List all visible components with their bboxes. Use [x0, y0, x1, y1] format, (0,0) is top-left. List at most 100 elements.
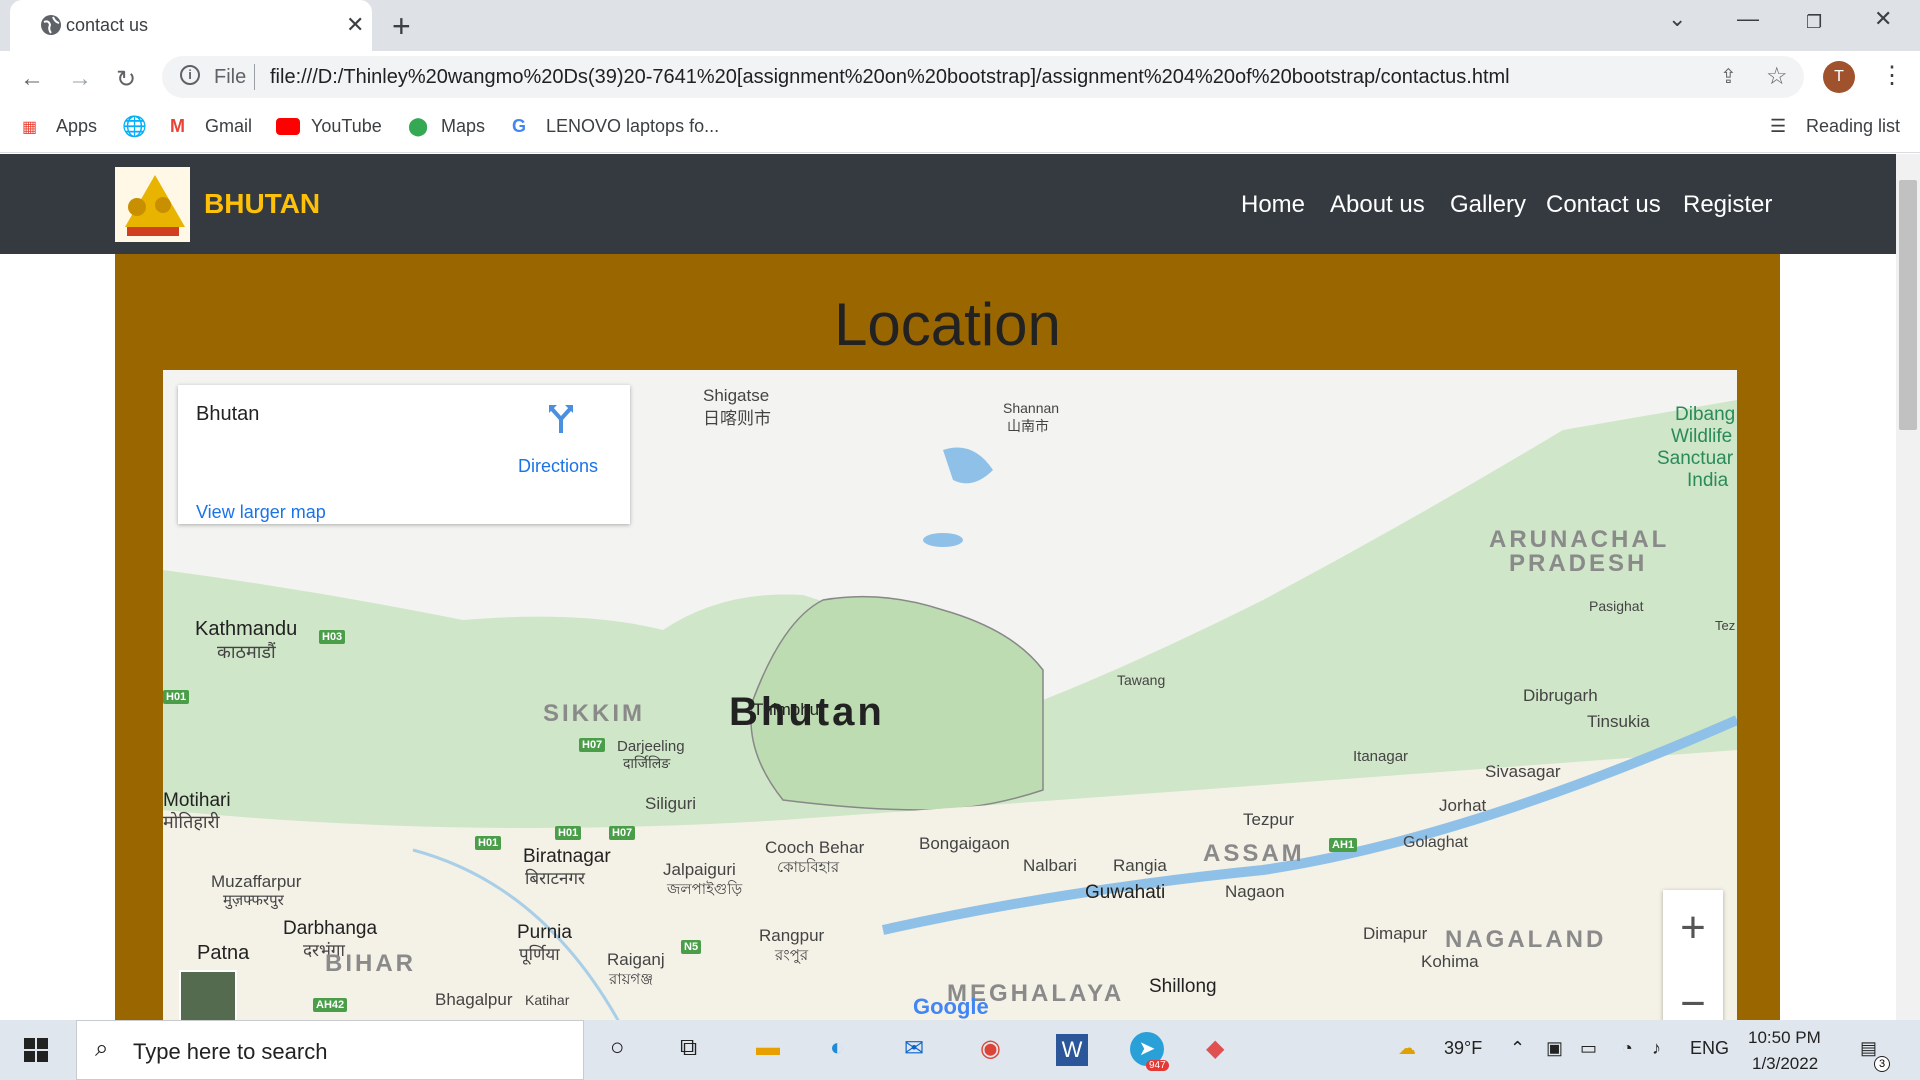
weather-icon[interactable]: ☁: [1398, 1038, 1416, 1059]
scrollbar-thumb[interactable]: [1899, 180, 1917, 430]
map-label: রায়গঞ্জ: [609, 971, 654, 988]
section-heading: Location: [834, 291, 1061, 358]
info-icon[interactable]: i: [180, 65, 200, 85]
app-icon[interactable]: ◆: [1206, 1034, 1224, 1063]
restore-icon[interactable]: ❐: [1806, 12, 1822, 33]
clock-date[interactable]: 1/3/2022: [1752, 1054, 1818, 1074]
map-label: Nagaon: [1225, 882, 1285, 901]
weather-temp[interactable]: 39°F: [1444, 1038, 1482, 1059]
bookmark-lenovo[interactable]: LENOVO laptops fo...: [546, 116, 719, 137]
menu-icon[interactable]: ⋮: [1880, 61, 1904, 90]
nav-about[interactable]: About us: [1330, 191, 1425, 219]
region-label: ASSAM: [1203, 840, 1305, 867]
bookmark-youtube[interactable]: YouTube: [311, 116, 382, 137]
avatar[interactable]: T: [1823, 61, 1855, 93]
map-label: Dibang: [1675, 404, 1736, 425]
address-scheme: File: [214, 66, 247, 88]
map-label: Sivasagar: [1485, 762, 1561, 781]
address-bar[interactable]: i File file:///D:/Thinley%20wangmo%20Ds(…: [162, 56, 1804, 98]
directions-link[interactable]: Directions: [518, 456, 598, 477]
map-label: Dimapur: [1363, 924, 1428, 943]
tab-strip: contact us ✕ + ⌄ — ❐ ✕: [0, 0, 1920, 51]
file-explorer-icon[interactable]: ▬: [756, 1034, 780, 1062]
zoom-in-button[interactable]: +: [1663, 890, 1723, 966]
word-icon[interactable]: W: [1056, 1034, 1088, 1066]
zoom-out-button[interactable]: −: [1663, 966, 1723, 1020]
share-icon[interactable]: ⇪: [1720, 64, 1737, 89]
notifications-icon[interactable]: ▤: [1860, 1038, 1877, 1059]
map-label: Shannan: [1003, 400, 1060, 416]
bookmark-maps[interactable]: Maps: [441, 116, 485, 137]
map-label: Jorhat: [1439, 796, 1487, 815]
notification-count: 3: [1874, 1056, 1890, 1072]
clock-time[interactable]: 10:50 PM: [1748, 1028, 1821, 1048]
close-window-icon[interactable]: ✕: [1874, 6, 1892, 32]
region-label: PRADESH: [1509, 550, 1648, 577]
chevron-up-icon[interactable]: ⌃: [1510, 1038, 1525, 1059]
map-label: Motihari: [163, 790, 231, 811]
globe-icon[interactable]: 🌐: [122, 114, 147, 139]
satellite-toggle[interactable]: [179, 970, 237, 1020]
view-larger-map-link[interactable]: View larger map: [196, 502, 326, 523]
maps-icon: ⬤: [408, 116, 429, 136]
map-label: 山南市: [1007, 418, 1049, 434]
task-view-icon[interactable]: ⧉: [680, 1034, 697, 1062]
volume-icon[interactable]: ♪: [1652, 1038, 1661, 1059]
brand-name[interactable]: BHUTAN: [204, 188, 320, 220]
browser-tab[interactable]: contact us ✕: [10, 0, 372, 51]
map-label: Kohima: [1421, 952, 1479, 971]
map-label: Guwahati: [1085, 882, 1166, 903]
nav-gallery[interactable]: Gallery: [1450, 191, 1526, 219]
minimize-icon[interactable]: —: [1737, 6, 1759, 32]
bookmark-apps[interactable]: Apps: [56, 116, 97, 137]
nav-register[interactable]: Register: [1683, 191, 1772, 219]
meet-icon[interactable]: ▣: [1546, 1038, 1563, 1059]
windows-taskbar: ⌕ Type here to search ○ ⧉ ▬ ◐ ✉ ◉ W ➤ 94…: [0, 1020, 1920, 1080]
windows-start-icon[interactable]: [24, 1038, 48, 1067]
edge-icon[interactable]: ◐: [830, 1034, 845, 1062]
map-label: Tinsukia: [1587, 712, 1650, 731]
chrome-icon[interactable]: ◉: [980, 1034, 1001, 1063]
battery-icon[interactable]: ▭: [1580, 1038, 1597, 1059]
site-navbar: BHUTAN Home About us Gallery Contact us …: [0, 154, 1896, 254]
reading-list[interactable]: Reading list: [1806, 116, 1900, 137]
apps-icon[interactable]: ▦: [22, 116, 37, 137]
place-card: Bhutan Directions View larger map: [178, 385, 630, 524]
site-logo[interactable]: [115, 167, 190, 242]
map-label: Siliguri: [645, 794, 697, 813]
map-label: Darjeeling: [617, 738, 685, 755]
close-tab-icon[interactable]: ✕: [346, 12, 364, 38]
cortana-icon[interactable]: ○: [610, 1034, 625, 1062]
language-indicator[interactable]: ENG: [1690, 1038, 1729, 1059]
wifi-icon[interactable]: ◔: [1622, 1038, 1633, 1059]
directions-icon[interactable]: [548, 403, 574, 438]
map-label: Bhagalpur: [435, 990, 513, 1009]
map-label: मोतिहारी: [163, 812, 220, 832]
road-shield: H03: [319, 630, 346, 644]
road-shield: H01: [163, 690, 190, 704]
tab-title: contact us: [66, 15, 149, 35]
back-icon[interactable]: ←: [20, 65, 44, 93]
map-label: मुज़फ्फरपुर: [223, 892, 284, 909]
nav-contact[interactable]: Contact us: [1546, 191, 1661, 219]
reload-icon[interactable]: ↻: [116, 65, 136, 94]
map-label: Muzaffarpur: [211, 872, 302, 891]
embedded-map[interactable]: Shigatse 日喀则市 Shannan 山南市 Dibang Wildlif…: [163, 370, 1737, 1020]
region-label: NAGALAND: [1445, 926, 1607, 953]
mail-icon[interactable]: ✉: [904, 1034, 924, 1063]
search-icon: ⌕: [95, 1035, 109, 1062]
tab-search-icon[interactable]: ⌄: [1668, 6, 1686, 32]
address-url[interactable]: file:///D:/Thinley%20wangmo%20Ds(39)20-7…: [270, 66, 1510, 89]
reading-list-icon: ☰: [1770, 116, 1787, 136]
divider: [254, 64, 255, 90]
star-icon[interactable]: ☆: [1766, 62, 1788, 91]
new-tab-icon[interactable]: +: [392, 8, 411, 45]
taskbar-search[interactable]: ⌕ Type here to search: [76, 1020, 584, 1080]
nav-home[interactable]: Home: [1241, 191, 1305, 219]
forward-icon[interactable]: →: [68, 65, 92, 93]
map-label: Bongaigaon: [919, 834, 1010, 853]
country-label: Bhutan: [729, 690, 885, 734]
bookmarks-bar: ▦ Apps 🌐 M Gmail YouTube ⬤ Maps G LENOVO…: [0, 103, 1920, 153]
map-label: Shillong: [1149, 976, 1217, 997]
bookmark-gmail[interactable]: Gmail: [205, 116, 252, 137]
